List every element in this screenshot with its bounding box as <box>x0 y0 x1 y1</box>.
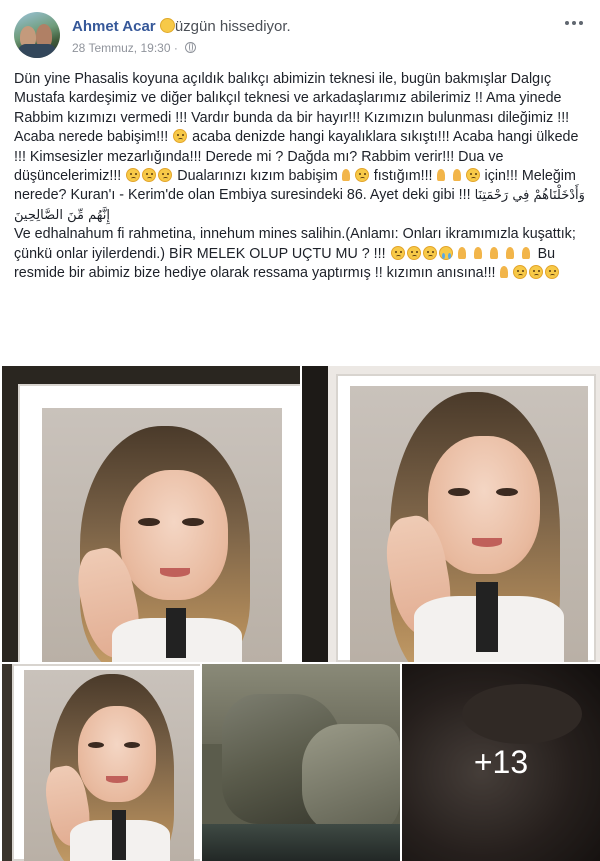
sad-face-icon <box>354 168 369 183</box>
sad-face-icon <box>512 265 527 280</box>
post-meta: 28 Temmuz, 19:30 · <box>72 41 197 55</box>
author-avatar[interactable] <box>14 12 60 58</box>
sad-face-icon <box>159 18 175 33</box>
praying-hands-icon <box>497 265 511 279</box>
sad-face-icon <box>142 168 157 183</box>
sad-face-icon <box>390 245 405 260</box>
praying-hands-icon <box>503 246 517 260</box>
sad-face-icon <box>173 129 188 144</box>
more-horizontal-icon <box>565 21 569 25</box>
sad-face-icon <box>544 265 559 280</box>
post-text-p1d: fıstığım!!! <box>373 168 433 185</box>
more-photos-count[interactable]: +13 <box>402 664 600 861</box>
more-options-button[interactable] <box>562 16 586 30</box>
sad-face-icon <box>406 245 421 260</box>
praying-hands-icon <box>450 168 464 182</box>
post-timestamp[interactable]: 28 Temmuz, 19:30 <box>72 41 171 55</box>
post-text: Dün yine Phasalis koyuna açıldık balıkçı… <box>14 70 586 283</box>
facebook-post: Ahmet Acar üzgün hissediyor. 28 Temmuz, … <box>0 0 600 861</box>
sad-face-icon <box>528 265 543 280</box>
photo-5-cave[interactable]: +13 <box>402 664 600 861</box>
sad-face-icon <box>126 168 141 183</box>
photo-grid: +13 <box>0 364 600 861</box>
photo-3-portrait[interactable] <box>2 664 200 861</box>
post-header: Ahmet Acar üzgün hissediyor. 28 Temmuz, … <box>14 12 586 60</box>
praying-hands-icon <box>455 246 469 260</box>
praying-hands-icon <box>471 246 485 260</box>
photo-2-portrait[interactable] <box>302 366 600 662</box>
globe-icon <box>185 42 197 53</box>
praying-hands-icon <box>434 168 448 182</box>
photo-4-cove[interactable] <box>202 664 400 861</box>
sad-face-icon <box>422 245 437 260</box>
praying-hands-icon <box>487 246 501 260</box>
praying-hands-icon <box>519 246 533 260</box>
photo-1-portrait[interactable] <box>2 366 300 662</box>
feeling-text: üzgün hissediyor. <box>174 18 291 35</box>
sad-face-icon <box>158 168 173 183</box>
post-text-p1c: Dualarınızı kızım babişim <box>177 168 338 185</box>
author-line: Ahmet Acar üzgün hissediyor. <box>72 18 291 35</box>
praying-hands-icon <box>339 168 353 182</box>
crying-face-icon <box>438 245 453 260</box>
author-name[interactable]: Ahmet Acar <box>72 18 156 35</box>
sad-face-icon <box>465 168 480 183</box>
